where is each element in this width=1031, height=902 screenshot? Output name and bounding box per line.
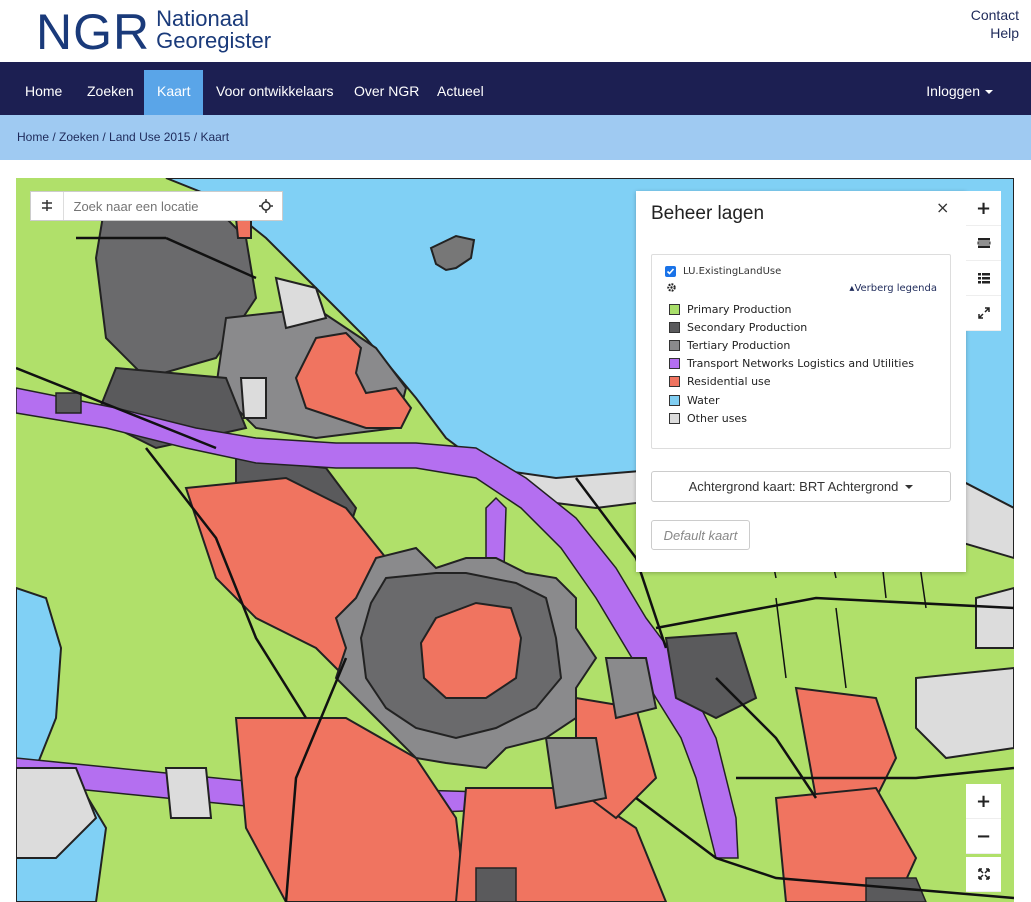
breadcrumb-bar: Home / Zoeken / Land Use 2015 / Kaart [0, 115, 1031, 160]
layer-checkbox[interactable] [665, 266, 676, 277]
list-icon [977, 273, 990, 284]
legend-item: Water [669, 391, 914, 409]
crosshair-icon [258, 199, 273, 213]
legend-label: Secondary Production [687, 320, 808, 334]
legend-item: Residential use [669, 373, 914, 391]
toggle-legend-label: Verberg legenda [854, 283, 937, 294]
logo-subtitle-line1: Nationaal [156, 6, 250, 31]
nav-item-voor-ontwikkelaars[interactable]: Voor ontwikkelaars [203, 62, 347, 115]
nav-item-actueel[interactable]: Actueel [424, 62, 497, 115]
zoom-out-button[interactable]: − [966, 819, 1001, 854]
fullscreen-button[interactable] [966, 857, 1001, 892]
contact-link[interactable]: Contact [971, 6, 1019, 24]
legend-swatch [669, 321, 680, 333]
help-link[interactable]: Help [971, 24, 1019, 42]
search-input[interactable] [63, 192, 250, 220]
locate-button[interactable] [250, 192, 282, 220]
legend-label: Other uses [687, 411, 747, 425]
legend-item: Tertiary Production [669, 336, 914, 354]
legend-swatch [669, 412, 680, 424]
legend-swatch [669, 303, 680, 315]
filter-button[interactable] [31, 192, 64, 220]
legend-item: Transport Networks Logistics and Utiliti… [669, 355, 914, 373]
legend-item: Other uses [669, 409, 914, 427]
legend-label: Tertiary Production [687, 338, 791, 352]
default-map-button[interactable]: Default kaart [651, 520, 750, 550]
legend-item: Primary Production [669, 300, 914, 318]
legend-label: Primary Production [687, 302, 792, 316]
chevron-down-icon [905, 484, 914, 489]
nav-item-kaart[interactable]: Kaart [144, 70, 204, 115]
legend-label: Residential use [687, 375, 771, 389]
legend-swatch [669, 339, 680, 351]
legend-swatch [669, 358, 680, 370]
legend-button[interactable] [966, 261, 1001, 296]
layer-row: LU.ExistingLandUse [665, 266, 781, 277]
legend-swatch [669, 376, 680, 388]
background-map-label: Achtergrond kaart: BRT Achtergrond [688, 479, 899, 494]
main-navbar: Home Zoeken Kaart Voor ontwikkelaars Ove… [0, 62, 1031, 115]
layers-button[interactable] [966, 226, 1001, 261]
logo-text: NGR [36, 4, 151, 60]
fullscreen-icon [977, 868, 990, 880]
site-header: NGR Nationaal Georegister Contact Help [0, 0, 1031, 62]
panel-title: Beheer lagen [651, 203, 765, 224]
legend-label: Water [687, 393, 720, 407]
top-links: Contact Help [971, 6, 1019, 42]
login-dropdown[interactable]: Inloggen [926, 62, 993, 115]
login-label: Inloggen [926, 83, 980, 99]
nav-item-zoeken[interactable]: Zoeken [74, 62, 147, 115]
nav-item-over-ngr[interactable]: Over NGR [341, 62, 432, 115]
layer-legend-box: LU.ExistingLandUse ▴Verberg legenda Prim… [651, 254, 951, 449]
checkmark-icon [666, 268, 675, 275]
gear-icon[interactable] [666, 282, 677, 296]
breadcrumb: Home / Zoeken / Land Use 2015 / Kaart [17, 130, 230, 144]
legend-item: Secondary Production [669, 318, 914, 336]
layers-icon [977, 238, 990, 248]
legend-label: Transport Networks Logistics and Utiliti… [687, 357, 914, 371]
chevron-down-icon [985, 90, 993, 95]
location-search [30, 191, 283, 221]
logo-subtitle-line2: Georegister [156, 28, 272, 53]
close-icon[interactable]: × [936, 198, 949, 217]
sliders-icon [41, 200, 52, 211]
nav-item-home[interactable]: Home [12, 62, 75, 115]
expand-icon [977, 307, 990, 319]
ngr-logo[interactable]: NGR Nationaal Georegister [36, 4, 271, 60]
layer-panel: Beheer lagen × LU.ExistingLandUse ▴Verbe… [636, 191, 966, 572]
zoom-in-button[interactable]: + [966, 784, 1001, 819]
logo-subtitle: Nationaal Georegister [156, 8, 271, 52]
layer-name: LU.ExistingLandUse [683, 266, 782, 277]
legend-list: Primary Production Secondary Production … [669, 300, 914, 427]
legend-swatch [669, 394, 680, 406]
add-layer-button[interactable]: + [966, 191, 1001, 226]
expand-button[interactable] [966, 296, 1001, 331]
toggle-legend-link[interactable]: ▴Verberg legenda [849, 283, 937, 294]
background-map-dropdown[interactable]: Achtergrond kaart: BRT Achtergrond [651, 471, 951, 502]
